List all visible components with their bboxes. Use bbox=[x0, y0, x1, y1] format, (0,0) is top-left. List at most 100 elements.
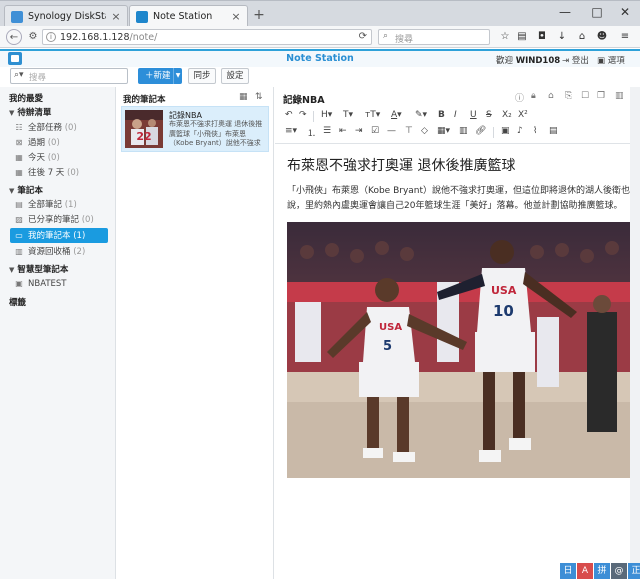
copy-icon[interactable]: ❐ bbox=[597, 91, 605, 101]
minimize-button[interactable]: — bbox=[550, 1, 580, 23]
sidebar-item-today[interactable]: ▦ 今天 (0) bbox=[10, 150, 108, 165]
download-icon[interactable]: ↓ bbox=[555, 30, 569, 44]
svg-text:10: 10 bbox=[493, 302, 514, 320]
note-list-pane: 我的筆記本 ▦ ⇅ 22 記錄NBA 布萊恩不強求打奧運 退休後推廣籃球「小飛俠… bbox=[117, 87, 274, 579]
note-list-item[interactable]: 22 記錄NBA 布萊恩不強求打奧運 退休後推廣籃球「小飛俠」布萊恩（Kobe … bbox=[121, 106, 269, 152]
indent-icon[interactable]: ⇥ bbox=[355, 126, 363, 136]
link-icon[interactable]: 🔗︎ bbox=[475, 126, 486, 136]
close-window-button[interactable]: ✕ bbox=[610, 1, 640, 23]
lock-icon[interactable]: 🔒︎ bbox=[531, 91, 536, 101]
tab-note-station[interactable]: Note Station × bbox=[129, 5, 248, 27]
favorites-heading[interactable]: 我的最愛 bbox=[9, 92, 43, 104]
note-editor: 記錄NBA ⓘ 🔒︎ ⌂ ⎘ ☐ ❐ ▥ ↶ ↷ H▾ T▾ тT▾ A▾ ✎▾… bbox=[275, 87, 640, 567]
sidebar-item-all-notes[interactable]: ▤ 全部筆記 (1) bbox=[10, 197, 108, 212]
image-icon[interactable]: ▣ bbox=[501, 126, 510, 136]
todo-group-heading[interactable]: ▼ 待辦清單 bbox=[9, 106, 51, 118]
close-icon[interactable]: × bbox=[111, 10, 121, 23]
table-icon[interactable]: ▦▾ bbox=[437, 126, 450, 136]
calendar-icon: ▦ bbox=[15, 153, 23, 162]
article-photo: USA 5 USA 10 bbox=[287, 222, 632, 478]
chevron-down-icon[interactable]: ▼ bbox=[173, 68, 182, 84]
redo-icon[interactable]: ↷ bbox=[299, 110, 307, 120]
sidebar-item-my-notebook[interactable]: ▭ 我的筆記本 (1) bbox=[10, 228, 108, 243]
info-icon[interactable]: ⓘ bbox=[515, 91, 524, 104]
sidebar-item-next-7-days[interactable]: ▦ 往後 7 天 (0) bbox=[10, 165, 108, 180]
smart-notebook-heading[interactable]: ▼ 智慧型筆記本 bbox=[9, 263, 68, 275]
sort-icon[interactable]: ⇅ bbox=[255, 92, 263, 102]
star-icon[interactable]: ☆ bbox=[498, 30, 512, 44]
reminder-icon[interactable]: ☐ bbox=[581, 91, 589, 101]
browser-tab-bar: Synology DiskStation - ... × Note Statio… bbox=[0, 0, 640, 27]
document-body[interactable]: 布萊恩不強求打奧運 退休後推廣籃球 「小飛俠」布萊恩（Kobe Bryant）說… bbox=[275, 143, 640, 567]
media-icon[interactable]: ▤ bbox=[549, 126, 558, 136]
reading-list-icon[interactable]: ▤ bbox=[515, 30, 529, 44]
delete-icon[interactable]: ▥ bbox=[615, 91, 624, 101]
settings-gear-icon[interactable]: ⚙ bbox=[25, 29, 41, 45]
subscript-icon[interactable]: X₂ bbox=[502, 110, 512, 120]
microphone-icon[interactable]: ♪ bbox=[517, 126, 523, 136]
ime-symbol-button[interactable]: @ bbox=[611, 563, 627, 579]
strikethrough-icon[interactable]: S bbox=[486, 110, 492, 120]
attachment-icon[interactable]: ⌇ bbox=[533, 126, 537, 136]
info-icon[interactable]: i bbox=[46, 32, 56, 42]
settings-button[interactable]: 設定 bbox=[221, 68, 249, 84]
heading-icon[interactable]: H▾ bbox=[321, 110, 332, 120]
underline-icon[interactable]: U bbox=[470, 110, 477, 120]
new-tab-button[interactable]: + bbox=[252, 7, 266, 23]
ime-traditional-button[interactable]: 正 bbox=[628, 563, 640, 579]
outdent-icon[interactable]: ⇤ bbox=[339, 126, 347, 136]
undo-icon[interactable]: ↶ bbox=[285, 110, 293, 120]
font-icon[interactable]: T▾ bbox=[343, 110, 353, 120]
highlight-icon[interactable]: ✎▾ bbox=[415, 110, 427, 120]
home-icon[interactable]: ⌂ bbox=[575, 30, 589, 44]
text-color-icon[interactable]: A▾ bbox=[391, 110, 402, 120]
font-size-icon[interactable]: тT▾ bbox=[365, 110, 380, 120]
new-note-button[interactable]: ＋新建 ▼ bbox=[138, 68, 182, 84]
italic-icon[interactable]: I bbox=[454, 110, 457, 120]
app-header: Note Station 歡迎 WIND108 ⇥ 登出 ▣ 選項 bbox=[0, 49, 640, 67]
reload-icon[interactable]: ⟳ bbox=[359, 31, 367, 42]
align-icon[interactable]: ≡▾ bbox=[285, 126, 297, 136]
sidebar-item-overdue[interactable]: ⊠ 過期 (0) bbox=[10, 135, 108, 150]
notebook-group-heading[interactable]: ▼ 筆記本 bbox=[9, 184, 43, 196]
clear-format-icon[interactable]: ⊤ bbox=[405, 126, 413, 136]
share-icon[interactable]: ⎘ bbox=[565, 91, 572, 101]
bullet-list-icon[interactable]: ☰ bbox=[323, 126, 331, 136]
close-icon[interactable]: × bbox=[231, 10, 241, 23]
browser-search-box[interactable]: ⌕ 搜尋 bbox=[378, 29, 490, 45]
pocket-icon[interactable]: ◘ bbox=[535, 30, 549, 44]
tab-diskstation[interactable]: Synology DiskStation - ... × bbox=[4, 5, 128, 27]
emoji-icon[interactable]: ☻ bbox=[595, 30, 609, 44]
share-icon: ▨ bbox=[15, 215, 23, 224]
eraser-icon[interactable]: ◇ bbox=[421, 126, 428, 136]
superscript-icon[interactable]: X² bbox=[518, 110, 528, 120]
address-bar[interactable]: i 192.168.1.128/note/ ⟳ bbox=[42, 29, 372, 45]
sidebar-item-all-tasks[interactable]: ☷ 全部任務 (0) bbox=[10, 120, 108, 135]
tag-icon[interactable]: ⌂ bbox=[548, 91, 554, 101]
options-icon: ▣ bbox=[597, 56, 606, 66]
divider-icon[interactable]: — bbox=[387, 126, 396, 136]
menu-icon[interactable]: ≡ bbox=[618, 30, 632, 44]
options-link[interactable]: ▣ 選項 bbox=[597, 54, 625, 66]
url-text: 192.168.1.128/note/ bbox=[60, 32, 158, 43]
sidebar-item-recycle-bin[interactable]: ▥ 資源回收桶 (2) bbox=[10, 244, 108, 259]
sidebar-item-shared-notes[interactable]: ▨ 已分享的筆記 (0) bbox=[10, 212, 108, 227]
note-search-input[interactable]: ⌕▾ 搜尋 bbox=[10, 68, 128, 84]
caret-down-icon: ▼ bbox=[9, 187, 15, 195]
bold-icon[interactable]: B bbox=[438, 110, 445, 120]
checkbox-icon[interactable]: ☑ bbox=[371, 126, 379, 136]
sync-button[interactable]: 同步 bbox=[188, 68, 216, 84]
code-icon[interactable]: ▥ bbox=[459, 126, 468, 136]
editor-note-title[interactable]: 記錄NBA bbox=[283, 92, 325, 106]
ime-language-button[interactable]: 日 bbox=[560, 563, 576, 579]
logout-link[interactable]: ⇥ 登出 bbox=[562, 54, 589, 66]
tags-heading[interactable]: 標籤 bbox=[9, 296, 26, 308]
maximize-button[interactable]: □ bbox=[582, 1, 612, 23]
back-arrow-icon[interactable]: ← bbox=[6, 29, 22, 45]
ime-mode-button[interactable]: A bbox=[577, 563, 593, 579]
editor-scrollbar[interactable] bbox=[630, 87, 640, 567]
sidebar-item-nbatest[interactable]: ▣ NBATEST bbox=[10, 276, 108, 291]
ime-pinyin-button[interactable]: 拼 bbox=[594, 563, 610, 579]
grid-view-icon[interactable]: ▦ bbox=[239, 92, 248, 102]
numbered-list-icon[interactable]: ⒈ bbox=[307, 126, 316, 139]
